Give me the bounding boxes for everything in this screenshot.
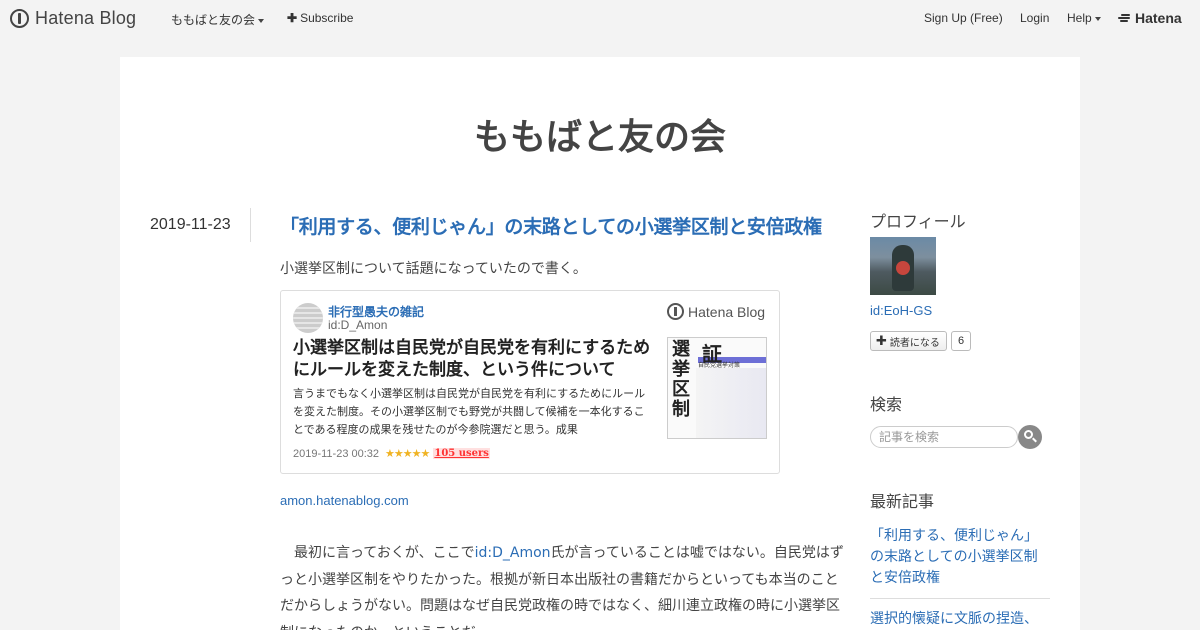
blog-menu-label: ももばと友の会: [171, 13, 256, 27]
blog-embed-card[interactable]: 非行型愚夫の雑記 id:D_Amon Hatena Blog 小選挙区制は自民党…: [280, 290, 780, 474]
entry-body: 最初に言っておくが、ここでid:D_Amon氏が言っていることは嘘ではない。自民…: [280, 540, 845, 630]
recent-heading: 最新記事: [870, 492, 935, 511]
embed-title[interactable]: 小選挙区制は自民党が自民党を有利にするためにルールを変えた制度、という件について: [293, 337, 655, 381]
thumbnail-title-vertical: 選挙区制: [672, 339, 690, 420]
embed-thumbnail[interactable]: 選挙区制 証 自民党選挙対策: [667, 337, 767, 439]
body-text-before: 最初に言っておくが、ここで: [294, 545, 475, 561]
plus-icon: ✚: [876, 333, 887, 349]
embed-logo-text: Hatena Blog: [688, 303, 766, 320]
recent-entry-link[interactable]: 「利用する、便利じゃん」の末路としての小選挙区制と安倍政権: [870, 526, 1050, 589]
star-rating-icon[interactable]: ★★★★★: [385, 447, 430, 460]
embed-meta: 2019-11-23 00:32 ★★★★★ 105 users: [293, 447, 490, 460]
hatena-blog-logo-icon: [667, 303, 684, 320]
blog-menu-dropdown[interactable]: ももばと友の会: [171, 11, 265, 28]
hatena-blog-logo-text: Hatena Blog: [35, 7, 137, 28]
chevron-down-icon: [258, 18, 265, 23]
blog-title[interactable]: ももばと友の会: [0, 108, 1200, 160]
embed-blog-id: id:D_Amon: [328, 318, 388, 332]
date-divider: [250, 208, 251, 242]
source-link[interactable]: amon.hatenablog.com: [280, 493, 409, 508]
help-dropdown[interactable]: Help: [1067, 11, 1101, 25]
entry-intro: 小選挙区制について話題になっていたので書く。: [280, 261, 587, 277]
profile-id-link[interactable]: id:EoH-GS: [870, 303, 932, 318]
plus-icon: ✚: [287, 11, 298, 25]
recent-divider: [870, 598, 1050, 599]
search-input[interactable]: 記事を検索: [870, 426, 1018, 448]
thumbnail-subtitle: 自民党選挙対策: [698, 362, 741, 369]
embed-hatena-blog-logo: Hatena Blog: [667, 303, 765, 320]
embed-timestamp: 2019-11-23 00:32: [293, 447, 380, 460]
profile-avatar[interactable]: [870, 237, 936, 295]
subscribe-button[interactable]: ✚ Subscribe: [287, 11, 353, 25]
embed-description: 言うまでもなく小選挙区制は自民党が自民党を有利にするためにルールを変えた制度。そ…: [293, 387, 646, 436]
subscribe-reader-label: 読者になる: [889, 337, 940, 349]
search-heading: 検索: [870, 395, 903, 414]
hatena-logo[interactable]: Hatena: [1118, 10, 1182, 26]
chevron-down-icon: [1094, 16, 1101, 21]
recent-entry-link[interactable]: 選択的懐疑に文脈の捏造、: [870, 609, 1050, 630]
author-avatar[interactable]: [293, 303, 323, 333]
bookmark-users-count[interactable]: 105 users: [433, 448, 490, 459]
hatena-mark-icon: [1118, 13, 1132, 23]
hatena-blog-logo-icon: [10, 8, 29, 28]
subscribe-label: Subscribe: [300, 11, 354, 25]
entry-date[interactable]: 2019-11-23: [150, 216, 231, 234]
subscribe-reader-button[interactable]: ✚ 読者になる: [870, 331, 947, 351]
entry-title[interactable]: 「利用する、便利じゃん」の末路としての小選挙区制と安倍政権: [280, 212, 822, 239]
author-id-link[interactable]: id:D_Amon: [475, 545, 551, 561]
profile-heading: プロフィール: [870, 212, 966, 231]
hatena-blog-logo[interactable]: Hatena Blog: [10, 8, 136, 28]
search-button[interactable]: [1018, 425, 1042, 449]
subscriber-count[interactable]: 6: [951, 331, 971, 351]
signup-link[interactable]: Sign Up (Free): [924, 11, 1003, 25]
global-header: Hatena Blog ももばと友の会 ✚ Subscribe Sign Up (…: [0, 0, 1200, 36]
hatena-logo-text: Hatena: [1135, 10, 1182, 26]
help-label: Help: [1067, 11, 1092, 25]
login-link[interactable]: Login: [1020, 11, 1049, 25]
